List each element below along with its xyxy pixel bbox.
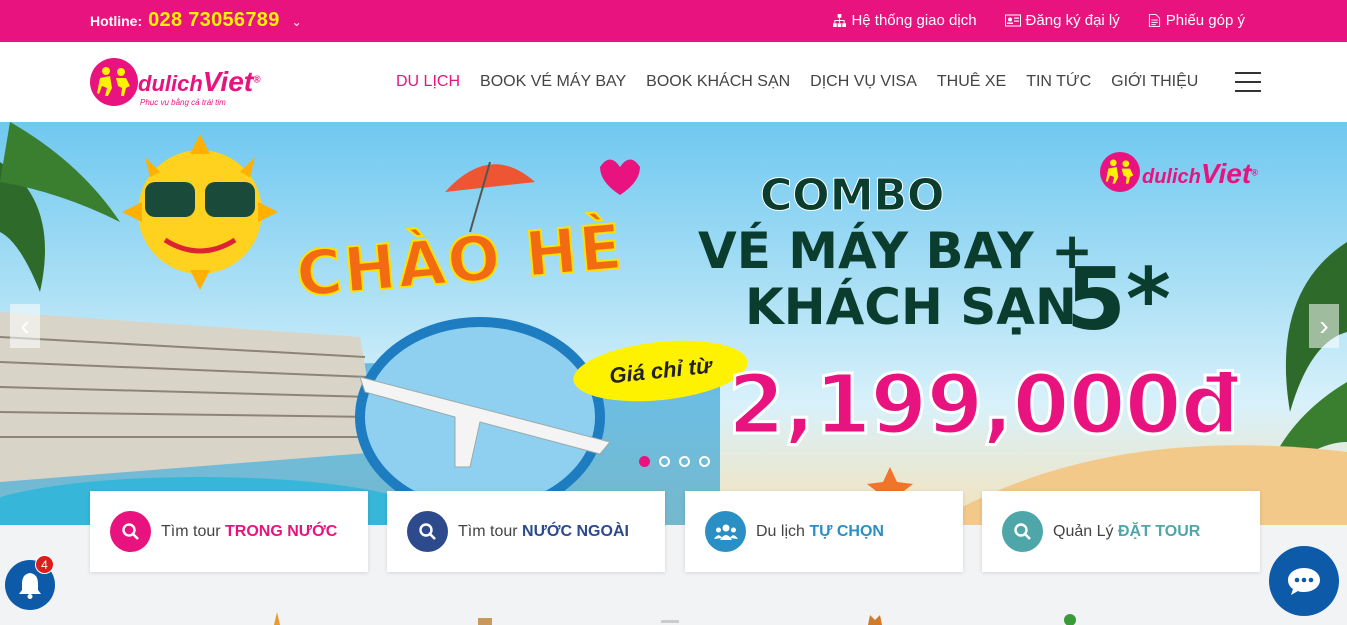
card-label: Du lịch TỰ CHỌN: [756, 523, 884, 541]
nav-item-book-hotels[interactable]: BOOK KHÁCH SẠN: [646, 73, 790, 91]
travelers-icon: [97, 67, 130, 96]
hotline-label: Hotline:: [90, 13, 143, 29]
card-highlight: TỰ CHỌN: [809, 522, 884, 540]
nav-item-about[interactable]: GIỚI THIỆU: [1111, 73, 1198, 91]
notification-badge: 4: [35, 555, 54, 574]
plane-icon: [661, 620, 679, 623]
chevron-down-icon[interactable]: ⌄: [292, 15, 302, 29]
banner-line-hotel: KHÁCH SẠN: [745, 278, 1077, 336]
top-link-agent-register[interactable]: Đăng ký đại lý: [1004, 12, 1120, 29]
tree-icon: [1064, 614, 1076, 625]
travelers-icon: [1105, 159, 1134, 184]
logo-registered: ®: [1251, 167, 1258, 178]
hotline-number[interactable]: 028 73056789: [148, 9, 280, 32]
search-card-booking-manage[interactable]: Quản Lý ĐẶT TOUR: [982, 491, 1260, 572]
card-highlight: NƯỚC NGOÀI: [522, 522, 629, 540]
top-link-label: Hệ thống giao dịch: [851, 12, 977, 29]
top-link-label: Phiếu góp ý: [1165, 12, 1245, 29]
logo-name-prefix: dulich: [1142, 166, 1201, 188]
nav-item-news[interactable]: TIN TỨC: [1026, 73, 1091, 91]
banner-line-flights: VÉ MÁY BAY +: [698, 222, 1094, 280]
logo-name-suffix: Viet: [1200, 158, 1252, 189]
users-icon: [705, 511, 746, 552]
top-link-label: Đăng ký đại lý: [1025, 12, 1120, 29]
chat-button[interactable]: [1269, 546, 1339, 616]
chevron-right-icon: ›: [1319, 310, 1329, 341]
card-prefix: Tìm tour: [458, 522, 518, 540]
card-highlight: ĐẶT TOUR: [1117, 522, 1201, 540]
landmark-icon: [478, 618, 492, 625]
crown-icon: [868, 615, 882, 625]
card-prefix: Quản Lý: [1053, 522, 1114, 540]
main-nav: DU LỊCH BOOK VÉ MÁY BAY BOOK KHÁCH SẠN D…: [396, 73, 1198, 91]
chat-icon: [1288, 568, 1320, 595]
card-label: Tìm tour TRONG NƯỚC: [161, 523, 337, 541]
id-card-icon: [1004, 14, 1021, 27]
bell-icon: [19, 573, 41, 599]
logo-wordmark: dulichViet®: [1142, 158, 1258, 190]
card-label: Tìm tour NƯỚC NGOÀI: [458, 523, 629, 541]
top-bar: Hotline: 028 73056789 ⌄ Hệ thống giao dị…: [0, 0, 1347, 42]
search-card-international[interactable]: Tìm tour NƯỚC NGOÀI: [387, 491, 665, 572]
logo-registered: ®: [253, 74, 261, 86]
banner-stars: 5*: [1066, 250, 1171, 350]
logo-name-suffix: Viet: [202, 66, 254, 97]
sitemap-icon: [833, 14, 847, 27]
hero-banner[interactable]: CHÀO HÈ COMBO VÉ MÁY BAY + KHÁCH SẠN 5* …: [0, 122, 1347, 525]
hotline[interactable]: Hotline: 028 73056789 ⌄: [90, 9, 302, 32]
carousel-dot[interactable]: [639, 456, 650, 467]
search-icon: [407, 511, 448, 552]
banner-logo: dulichViet®: [1100, 152, 1300, 202]
nav-item-car-rental[interactable]: THUÊ XE: [937, 73, 1006, 91]
menu-icon[interactable]: [1235, 72, 1261, 92]
carousel-dot[interactable]: [699, 456, 710, 467]
site-logo[interactable]: dulichViet® Phục vụ bằng cả trái tim: [90, 58, 290, 112]
banner-combo: COMBO: [759, 170, 945, 222]
card-label: Quản Lý ĐẶT TOUR: [1053, 523, 1200, 541]
banner-price-prefix: Giá chỉ từ: [570, 333, 751, 409]
logo-name-prefix: dulich: [138, 71, 203, 96]
card-prefix: Du lịch: [756, 522, 805, 540]
logo-mark: [1100, 152, 1140, 192]
search-card-custom[interactable]: Du lịch TỰ CHỌN: [685, 491, 963, 572]
temple-icon: [274, 612, 280, 625]
carousel-dot[interactable]: [659, 456, 670, 467]
carousel-prev-button[interactable]: ‹: [10, 304, 40, 348]
search-card-domestic[interactable]: Tìm tour TRONG NƯỚC: [90, 491, 368, 572]
banner-headline: CHÀO HÈ: [292, 209, 627, 312]
main-header: dulichViet® Phục vụ bằng cả trái tim DU …: [0, 42, 1347, 122]
nav-item-book-flights[interactable]: BOOK VÉ MÁY BAY: [480, 73, 626, 91]
carousel-dot[interactable]: [679, 456, 690, 467]
search-icon: [1002, 511, 1043, 552]
search-icon: [110, 511, 151, 552]
logo-mark: [90, 58, 138, 106]
carousel-dots: [639, 456, 710, 467]
banner-price: 2,199,000đ: [726, 357, 1240, 455]
card-prefix: Tìm tour: [161, 522, 221, 540]
chevron-left-icon: ‹: [20, 310, 30, 341]
top-links: Hệ thống giao dịch Đăng ký đại lý Phiếu …: [833, 12, 1245, 29]
carousel-next-button[interactable]: ›: [1309, 304, 1339, 348]
logo-wordmark: dulichViet®: [138, 66, 260, 98]
top-link-feedback[interactable]: Phiếu góp ý: [1148, 12, 1245, 29]
document-icon: [1148, 14, 1160, 27]
nav-item-visa[interactable]: DỊCH VỤ VISA: [810, 73, 917, 91]
card-highlight: TRONG NƯỚC: [225, 522, 338, 540]
top-link-transaction-system[interactable]: Hệ thống giao dịch: [833, 12, 977, 29]
logo-slogan: Phục vụ bằng cả trái tim: [140, 98, 226, 107]
nav-item-du-lich[interactable]: DU LỊCH: [396, 73, 460, 91]
